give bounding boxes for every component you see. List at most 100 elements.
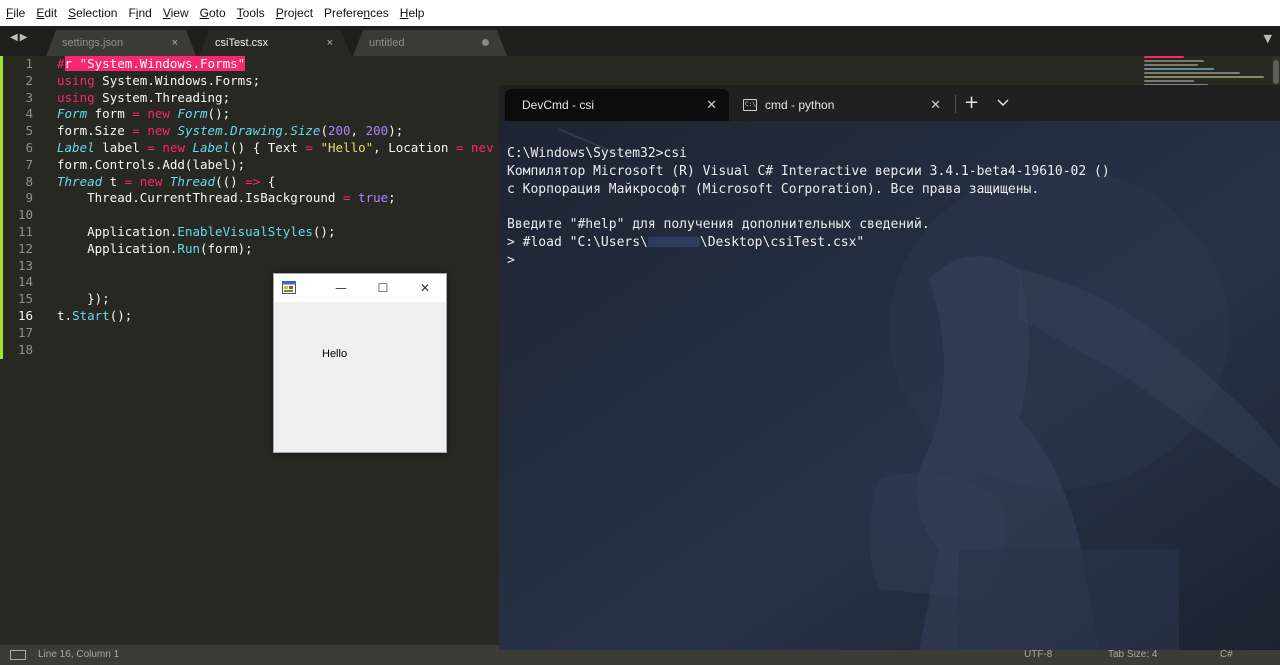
code-token: Application. [57, 240, 178, 256]
keyword: new [147, 106, 170, 122]
terminal-tab-cmd-python[interactable]: C:\ cmd - python ✕ [731, 89, 953, 121]
keyword: using [57, 72, 95, 88]
minimize-button[interactable]: — [324, 274, 358, 302]
maximize-button[interactable]: ☐ [366, 274, 400, 302]
form-title-bar[interactable]: — ☐ ✕ [274, 274, 446, 302]
method-name: EnableVisualStyles [177, 223, 313, 239]
code-line-9: Thread.CurrentThread.IsBackground = true… [57, 190, 507, 207]
chevron-down-icon[interactable] [996, 94, 1010, 112]
terminal-tab-devcmd[interactable]: DevCmd - csi ✕ [505, 89, 729, 121]
line-number-gutter: 1 2 3 4 5 6 7 8 9 10 11 12 13 14 15 16 17 18 [3, 56, 45, 358]
code-token: form.Controls.Add(label); [57, 156, 246, 172]
keyword: new [162, 139, 185, 155]
terminal-output[interactable]: C:\Windows\System32>csi Компилятор Micro… [507, 145, 1110, 270]
menu-item-help[interactable]: Help [400, 6, 425, 20]
line-number: 9 [25, 190, 33, 206]
menu-item-project[interactable]: Project [276, 6, 313, 20]
close-icon[interactable]: × [172, 30, 178, 56]
close-button[interactable]: ✕ [408, 274, 442, 302]
menu-label-part: election [76, 6, 118, 20]
code-token: (); [109, 307, 133, 323]
tab-label: settings.json [62, 37, 124, 49]
menu-label-part: ools [242, 6, 265, 20]
menu-item-selection[interactable]: Selection [68, 6, 117, 20]
tab-untitled[interactable]: untitled [353, 30, 507, 56]
redacted-username [647, 237, 700, 248]
terminal-line: C:\Windows\System32>csi [507, 146, 688, 161]
code-token: ( [320, 123, 328, 139]
code-token: () { Text [230, 139, 306, 155]
line-number: 3 [25, 89, 33, 105]
menu-item-edit[interactable]: Edit [36, 6, 57, 20]
chevron-down-icon[interactable]: ▼ [1264, 32, 1272, 45]
close-icon[interactable]: ✕ [930, 89, 941, 121]
selected-text: r "System.Windows.Forms" [64, 56, 246, 71]
panel-toggle-icon[interactable] [10, 650, 26, 660]
terminal-line: с Корпорация Майкрософт (Microsoft Corpo… [507, 181, 1040, 197]
menu-item-goto[interactable]: Goto [200, 6, 226, 20]
line-number: 10 [17, 207, 33, 223]
type-name: Form [57, 106, 88, 122]
code-token: t. [57, 307, 73, 323]
unsaved-dot-icon [482, 39, 489, 46]
editor-tab-bar: ◀▶ settings.json × csiTest.csx × untitle… [0, 26, 1280, 56]
menu-label-part: ces [370, 6, 389, 20]
close-icon[interactable]: ✕ [706, 89, 717, 121]
tab-csitest-csx[interactable]: csiTest.csx × [199, 30, 351, 56]
menu-label-part: F [128, 6, 136, 20]
terminal-line: Компилятор Microsoft (R) Visual C# Inter… [507, 163, 1110, 179]
close-icon[interactable]: × [327, 30, 333, 56]
code-token: (); [312, 223, 336, 239]
minimap-line [1144, 68, 1214, 70]
operator: = [132, 106, 140, 122]
code-token: (() [215, 173, 246, 189]
code-token: System.Windows.Forms; [94, 72, 261, 88]
menu-bar: File Edit Selection Find View Goto Tools Projec… [0, 0, 1280, 26]
menu-item-file[interactable]: File [6, 6, 25, 20]
terminal-window[interactable]: DevCmd - csi ✕ C:\ cmd - python ✕ + C:\W… [499, 85, 1280, 650]
cursor-position[interactable]: Line 16, Column 1 [38, 645, 119, 665]
operator: = [305, 139, 313, 155]
menu-item-view[interactable]: View [163, 6, 189, 20]
type-name: Thread [57, 173, 103, 189]
tab-nav-arrows-icon[interactable]: ◀▶ [10, 32, 29, 43]
tab-divider [955, 95, 956, 113]
menu-access-key: G [199, 6, 209, 20]
new-tab-button[interactable]: + [964, 92, 979, 114]
code-token: Thread.CurrentThread.IsBackground [57, 190, 343, 206]
line-number: 1 [25, 56, 33, 71]
terminal-tab-bar: DevCmd - csi ✕ C:\ cmd - python ✕ + [499, 85, 1280, 121]
type-name: Label [57, 139, 95, 155]
code-token: form [87, 106, 133, 122]
preprocessor-hash: # [57, 56, 65, 71]
minimap-line [1144, 56, 1184, 58]
code-line-1: #r "System.Windows.Forms" [57, 56, 507, 73]
terminal-prompt[interactable]: > [507, 252, 1110, 270]
keyword: new [147, 123, 170, 139]
code-token: System.Threading; [94, 89, 231, 105]
string-literal: "Hello" [320, 139, 374, 155]
code-token: , [350, 123, 366, 139]
app-icon [282, 281, 296, 294]
line-number: 18 [17, 341, 33, 357]
menu-label-part: nd [138, 6, 152, 20]
number: 200 [327, 123, 351, 139]
hello-label: Hello [322, 348, 348, 360]
tab-settings-json[interactable]: settings.json × [46, 30, 196, 56]
scrollbar-thumb[interactable] [1273, 60, 1279, 84]
operator: => [245, 173, 261, 189]
line-number: 12 [17, 240, 33, 256]
menu-item-tools[interactable]: Tools [237, 6, 265, 20]
winforms-window[interactable]: — ☐ ✕ Hello [273, 273, 447, 453]
menu-item-find[interactable]: Find [128, 6, 151, 20]
menu-item-preferences[interactable]: Preferences [324, 6, 389, 20]
menu-label-part: dit [44, 6, 58, 20]
line-number: 8 [25, 173, 33, 189]
terminal-line-load: > #load "C:\Users\ \Desktop\csiTest.csx" [507, 234, 1110, 252]
menu-access-key: P [275, 6, 284, 20]
keyword: new [139, 173, 163, 189]
